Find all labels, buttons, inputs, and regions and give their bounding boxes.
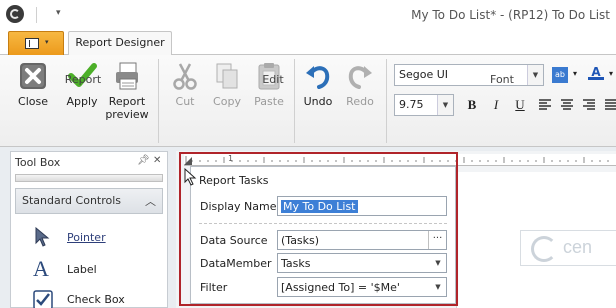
bold-icon[interactable]: B <box>464 97 480 113</box>
report-preview-label-1: Report <box>108 95 146 108</box>
tab-report-designer[interactable]: Report Designer <box>68 31 172 56</box>
close-button-label: Close <box>18 95 48 108</box>
align-left-icon[interactable] <box>538 99 552 111</box>
paste-button-label: Paste <box>254 95 284 108</box>
toolbox-scroll-bar[interactable] <box>15 174 163 182</box>
group-label-font: Font <box>490 73 514 86</box>
title-separator <box>36 7 37 23</box>
toolbox-item-label: Label <box>67 263 97 276</box>
report-preview-label-2: preview <box>105 108 149 121</box>
watermark-logo: cen <box>520 230 616 266</box>
file-menu-dropdown-icon: ▾ <box>45 38 49 46</box>
pointer-arrow-icon <box>35 227 50 247</box>
cut-button-label: Cut <box>175 95 195 108</box>
title-bar: ▾ My To Do List* - (RP12) To Do List <box>0 0 616 30</box>
group-label-edit: Edit <box>262 73 284 86</box>
file-menu-icon <box>25 38 39 49</box>
group-separator <box>386 59 387 143</box>
toolbox-group-label: Standard Controls <box>22 194 122 207</box>
pin-icon[interactable]: 📌︎ <box>137 155 150 166</box>
toolbox-group-header[interactable]: Standard Controls ︿ <box>15 188 163 214</box>
toolbox-item-label: Check Box <box>67 293 125 306</box>
checkbox-icon <box>33 290 53 308</box>
label-a-icon: A <box>33 256 49 281</box>
chevron-up-icon[interactable]: ︿ <box>145 193 156 209</box>
undo-button-label: Undo <box>303 95 333 108</box>
redo-button-label: Redo <box>346 95 374 108</box>
group-separator <box>294 59 295 143</box>
toolbox-panel: Tool Box 📌︎ ✕ Standard Controls ︿ Pointe… <box>10 151 168 308</box>
copy-button-label: Copy <box>213 95 241 108</box>
underline-icon[interactable]: U <box>512 97 528 113</box>
watermark-c-icon <box>531 236 557 262</box>
align-right-icon[interactable] <box>582 99 596 111</box>
highlight-annotation-frame <box>179 152 458 306</box>
group-label-report: Report <box>64 73 102 86</box>
font-size-combo[interactable]: 9.75 ▼ <box>394 94 454 116</box>
window-title: My To Do List* - (RP12) To Do List <box>411 8 610 22</box>
align-justify-icon[interactable] <box>604 99 616 111</box>
chevron-down-icon[interactable]: ▼ <box>437 95 453 115</box>
report-preview-button[interactable]: Report preview <box>104 61 150 121</box>
quick-access-dropdown-icon[interactable]: ▾ <box>56 8 61 18</box>
app-logo-icon[interactable] <box>6 5 24 23</box>
toolbox-title: Tool Box <box>15 156 61 169</box>
align-center-icon[interactable] <box>560 99 574 111</box>
close-icon[interactable]: ✕ <box>153 155 161 166</box>
italic-icon[interactable]: I <box>488 97 504 113</box>
file-menu-tab[interactable]: ▾ <box>8 31 64 55</box>
font-size-value: 9.75 <box>399 98 424 111</box>
group-separator <box>158 59 159 143</box>
apply-button-label: Apply <box>66 95 98 108</box>
toolbox-item-label: Pointer <box>67 231 106 244</box>
watermark-text: cen <box>563 237 593 257</box>
